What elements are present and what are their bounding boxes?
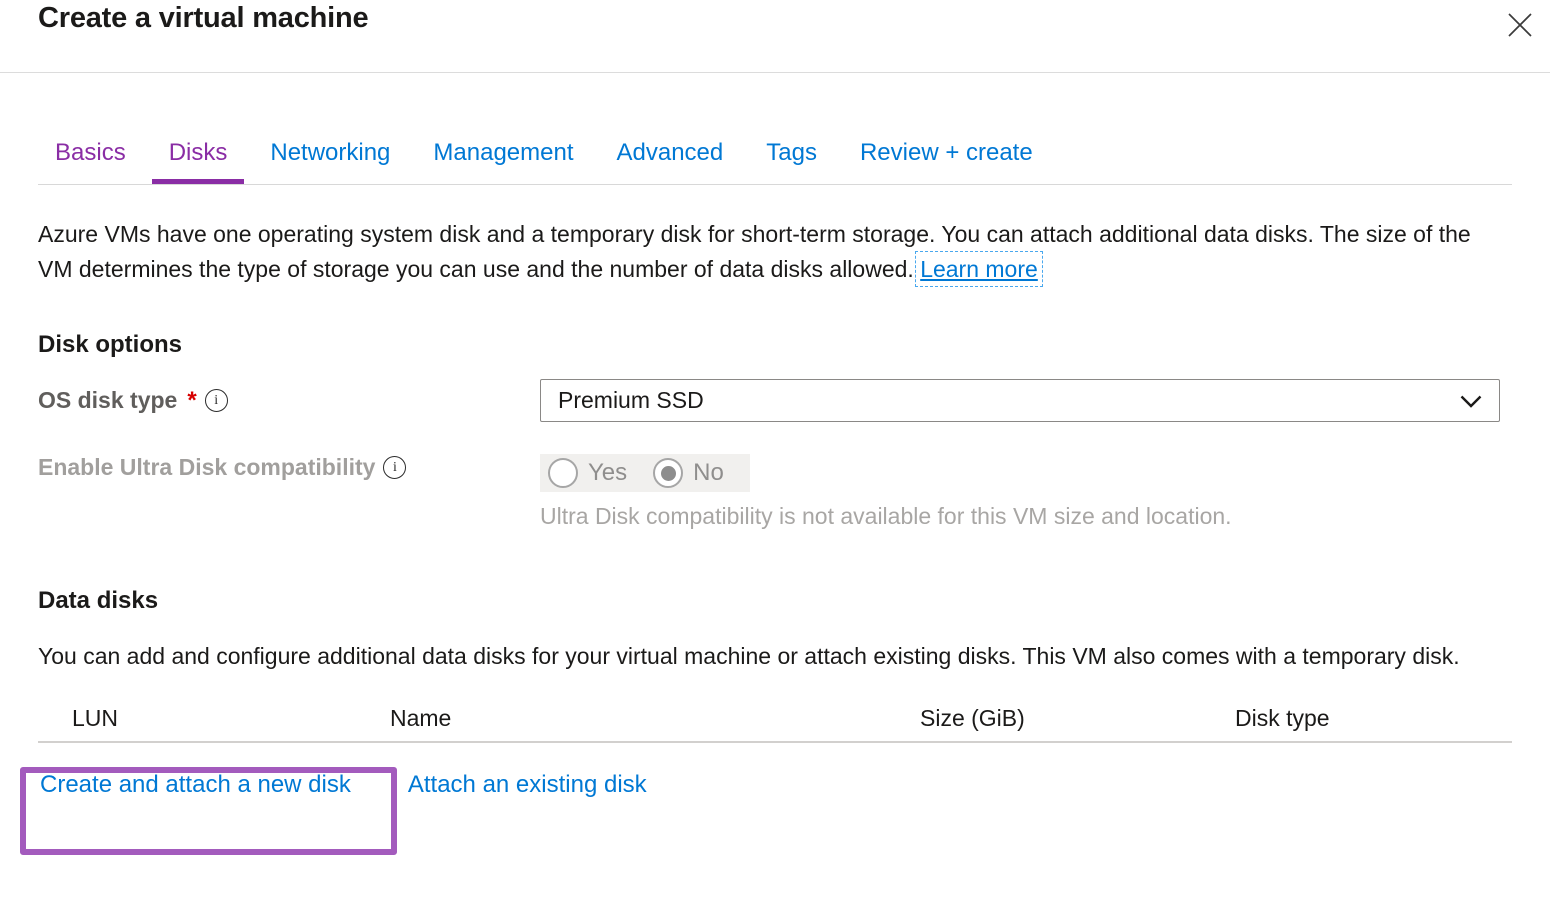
- ultra-disk-control: Yes No Ultra Disk compatibility is not a…: [540, 454, 1512, 531]
- tab-label: Networking: [270, 139, 390, 166]
- dialog-header: Create a virtual machine: [0, 0, 1550, 73]
- required-asterisk: *: [187, 387, 196, 415]
- os-disk-type-label-group: OS disk type * i: [38, 387, 540, 415]
- tab-label: Tags: [766, 139, 817, 166]
- create-and-attach-new-disk-link[interactable]: Create and attach a new disk: [40, 771, 351, 799]
- ultra-disk-label: Enable Ultra Disk compatibility: [38, 454, 375, 481]
- close-icon: [1507, 12, 1533, 41]
- radio-button-icon: [548, 458, 578, 488]
- data-disks-table-header: LUN Name Size (GiB) Disk type: [38, 697, 1512, 743]
- tab-label: Review + create: [860, 139, 1033, 166]
- data-disks-description: You can add and configure additional dat…: [38, 639, 1493, 674]
- column-header-lun: LUN: [72, 705, 118, 732]
- radio-label: No: [693, 459, 724, 487]
- ultra-disk-label-group: Enable Ultra Disk compatibility i: [38, 454, 540, 481]
- page-title: Create a virtual machine: [38, 2, 368, 35]
- column-header-name: Name: [390, 705, 451, 732]
- tab-networking[interactable]: Networking: [253, 129, 407, 184]
- os-disk-type-row: OS disk type * i Premium SSD: [38, 379, 1512, 422]
- tab-review-create[interactable]: Review + create: [843, 129, 1050, 184]
- chevron-down-icon: [1460, 387, 1482, 414]
- data-disks-actions: Create and attach a new disk Attach an e…: [38, 743, 1512, 799]
- tab-management[interactable]: Management: [416, 129, 590, 184]
- tab-advanced[interactable]: Advanced: [600, 129, 741, 184]
- os-disk-type-dropdown[interactable]: Premium SSD: [540, 379, 1500, 422]
- radio-label: Yes: [588, 459, 627, 487]
- radio-option-yes: Yes: [548, 458, 627, 488]
- tab-label: Management: [433, 139, 573, 166]
- tab-basics[interactable]: Basics: [38, 129, 143, 184]
- intro-text-body: Azure VMs have one operating system disk…: [38, 221, 1471, 282]
- tab-label: Advanced: [617, 139, 724, 166]
- ultra-disk-helper-text: Ultra Disk compatibility is not availabl…: [540, 501, 1512, 531]
- radio-button-icon: [653, 458, 683, 488]
- disk-options-heading: Disk options: [38, 331, 1512, 359]
- radio-option-no: No: [653, 458, 724, 488]
- tab-label: Disks: [169, 139, 228, 166]
- info-icon[interactable]: i: [205, 389, 228, 412]
- os-disk-type-control: Premium SSD: [540, 379, 1512, 422]
- data-disks-heading: Data disks: [38, 587, 1512, 615]
- ultra-disk-row: Enable Ultra Disk compatibility i Yes No…: [38, 454, 1512, 531]
- column-header-disk-type: Disk type: [1235, 705, 1330, 732]
- os-disk-type-label: OS disk type: [38, 387, 177, 414]
- column-header-size: Size (GiB): [920, 705, 1025, 732]
- learn-more-link[interactable]: Learn more: [920, 256, 1038, 282]
- tab-label: Basics: [55, 139, 126, 166]
- tab-bar: Basics Disks Networking Management Advan…: [38, 129, 1512, 185]
- tab-tags[interactable]: Tags: [749, 129, 834, 184]
- tab-disks[interactable]: Disks: [152, 129, 245, 184]
- intro-text: Azure VMs have one operating system disk…: [38, 217, 1493, 287]
- attach-existing-disk-link[interactable]: Attach an existing disk: [408, 771, 647, 799]
- os-disk-type-value: Premium SSD: [558, 387, 704, 414]
- ultra-disk-radio-group: Yes No: [540, 454, 750, 492]
- info-icon[interactable]: i: [383, 456, 406, 479]
- close-button[interactable]: [1500, 6, 1540, 46]
